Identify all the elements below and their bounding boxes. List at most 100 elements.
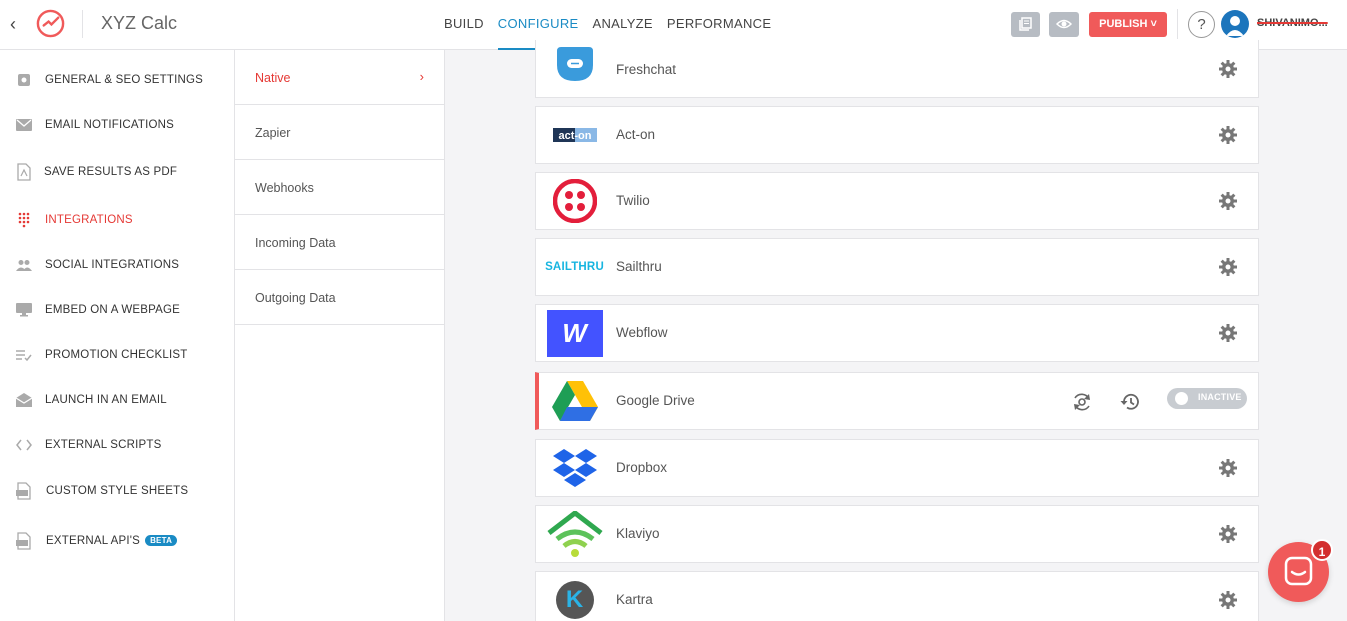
integration-card-google-drive[interactable]: Google Drive INACTIVE [535, 372, 1259, 430]
sidebar-item-embed-webpage[interactable]: EMBED ON A WEBPAGE [0, 295, 234, 325]
subnav-item-zapier[interactable]: Zapier [235, 105, 444, 160]
integration-name: Klaviyo [616, 526, 660, 541]
mail-icon [16, 117, 32, 133]
sidebar-item-launch-email[interactable]: LAUNCH IN AN EMAIL [0, 385, 234, 415]
sidebar-item-label: SAVE RESULTS AS PDF [44, 166, 178, 178]
sidebar-item-save-pdf[interactable]: SAVE RESULTS AS PDF [0, 157, 234, 187]
publish-button[interactable]: PUBLISH ˅ [1089, 12, 1167, 37]
gear-icon[interactable] [1218, 191, 1238, 211]
sidebar-item-integrations[interactable]: INTEGRATIONS [0, 205, 234, 235]
eye-icon [1056, 19, 1072, 29]
kartra-logo: K [546, 576, 603, 621]
integration-name: Act-on [616, 127, 656, 142]
integration-card-dropbox[interactable]: Dropbox [535, 439, 1259, 497]
status-toggle[interactable]: INACTIVE [1167, 388, 1247, 409]
sidebar-item-label: SOCIAL INTEGRATIONS [45, 259, 180, 271]
preview-button[interactable] [1049, 12, 1079, 37]
subnav-item-incoming-data[interactable]: Incoming Data [235, 215, 444, 270]
integration-card-twilio[interactable]: Twilio [535, 172, 1259, 230]
kartra-logo-text: K [565, 586, 584, 613]
app-logo-icon[interactable] [35, 8, 66, 39]
sidebar-item-external-scripts[interactable]: EXTERNAL SCRIPTS [0, 430, 234, 460]
subnav-item-native[interactable]: Native › [235, 50, 444, 105]
history-icon[interactable] [1119, 391, 1141, 413]
gear-icon[interactable] [1218, 125, 1238, 145]
header-divider [82, 10, 83, 38]
tab-build[interactable]: BUILD [444, 0, 484, 50]
subnav-label: Outgoing Data [255, 291, 336, 305]
act-on-logo: act-on [546, 111, 603, 159]
dropbox-logo [546, 444, 603, 492]
webflow-logo-text: W [562, 317, 587, 348]
gear-icon[interactable] [1218, 257, 1238, 277]
integration-card-kartra[interactable]: K Kartra [535, 571, 1259, 621]
sidebar-item-promotion-checklist[interactable]: PROMOTION CHECKLIST [0, 340, 234, 370]
sidebar-item-general-seo[interactable]: GENERAL & SEO SETTINGS [0, 65, 234, 95]
publish-label: PUBLISH [1099, 18, 1148, 30]
sync-settings-icon[interactable] [1071, 391, 1093, 413]
webflow-logo: W [546, 309, 603, 357]
gear-icon[interactable] [1218, 524, 1238, 544]
subnav-item-webhooks[interactable]: Webhooks [235, 160, 444, 215]
people-icon [16, 257, 32, 273]
subnav-label: Webhooks [255, 181, 314, 195]
gear-icon[interactable] [1218, 590, 1238, 610]
integrations-icon [16, 212, 32, 228]
gear-icon[interactable] [1218, 323, 1238, 343]
header-divider-right [1177, 9, 1178, 39]
gear-icon[interactable] [1218, 59, 1238, 79]
css-file-icon [16, 482, 32, 500]
sidebar-item-external-apis[interactable]: EXTERNAL API'S BETA [0, 526, 234, 556]
sidebar-item-label: PROMOTION CHECKLIST [45, 349, 188, 361]
integration-name: Webflow [616, 325, 668, 340]
help-button[interactable]: ? [1188, 11, 1215, 38]
sidebar-item-label: LAUNCH IN AN EMAIL [45, 394, 167, 406]
integration-card-webflow[interactable]: W Webflow [535, 304, 1259, 362]
code-icon [16, 437, 32, 453]
sidebar-item-custom-style-sheets[interactable]: CUSTOM STYLE SHEETS [0, 476, 234, 506]
integration-name: Twilio [616, 193, 650, 208]
beta-badge: BETA [145, 535, 178, 546]
integration-card-sailthru[interactable]: SAILTHRU Sailthru [535, 238, 1259, 296]
chevron-right-icon: › [419, 69, 424, 84]
pages-icon [1018, 17, 1032, 31]
settings-sidebar: GENERAL & SEO SETTINGS EMAIL NOTIFICATIO… [0, 50, 235, 621]
sidebar-item-label: EMBED ON A WEBPAGE [45, 304, 181, 316]
status-toggle-label: INACTIVE [1198, 392, 1242, 402]
sidebar-item-label: GENERAL & SEO SETTINGS [45, 74, 203, 86]
twilio-logo [546, 177, 603, 225]
toggle-knob [1175, 392, 1188, 405]
integration-name: Kartra [616, 592, 653, 607]
integration-name: Dropbox [616, 460, 668, 475]
freshchat-logo [546, 40, 603, 88]
integration-card-act-on[interactable]: act-on Act-on [535, 106, 1259, 164]
subnav-item-outgoing-data[interactable]: Outgoing Data [235, 270, 444, 325]
sidebar-item-label: EXTERNAL SCRIPTS [45, 439, 162, 451]
integration-card-freshchat[interactable]: Freshchat [535, 40, 1259, 98]
integration-name: Sailthru [616, 259, 662, 274]
user-icon [1226, 16, 1244, 36]
pages-button[interactable] [1011, 12, 1040, 37]
notification-badge[interactable]: 1 [1311, 539, 1333, 561]
klaviyo-logo [546, 510, 603, 558]
subnav-label: Incoming Data [255, 236, 336, 250]
sailthru-logo: SAILTHRU [545, 243, 604, 291]
sidebar-item-social-integrations[interactable]: SOCIAL INTEGRATIONS [0, 250, 234, 280]
integration-name: Freshchat [616, 62, 677, 77]
subnav-label: Native [255, 71, 291, 85]
integration-name: Google Drive [616, 393, 695, 408]
avatar[interactable] [1221, 10, 1249, 38]
pdf-icon [16, 163, 32, 181]
back-arrow-icon[interactable]: ‹ [10, 14, 26, 34]
gear-icon[interactable] [1218, 458, 1238, 478]
monitor-icon [16, 302, 32, 318]
integrations-subnav: Native › Zapier Webhooks Incoming Data O… [235, 50, 445, 621]
api-file-icon [16, 532, 32, 550]
integration-card-klaviyo[interactable]: Klaviyo [535, 505, 1259, 563]
sidebar-item-email-notifications[interactable]: EMAIL NOTIFICATIONS [0, 110, 234, 140]
sailthru-logo-text: SAILTHRU [545, 261, 604, 273]
act-on-logo-text: act-on [558, 130, 591, 142]
google-drive-logo [546, 377, 603, 425]
username[interactable]: SHIVANIMO... [1257, 17, 1331, 29]
checklist-icon [16, 347, 32, 363]
